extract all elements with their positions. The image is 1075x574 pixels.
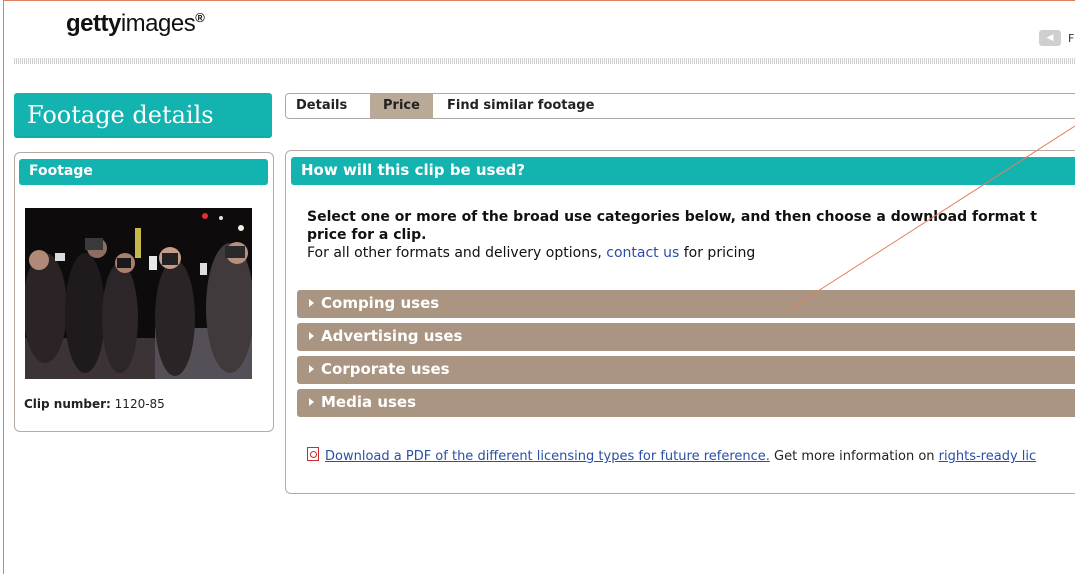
instruction-line-2: price for a clip. bbox=[307, 227, 427, 243]
back-arrow-icon[interactable]: ◀ bbox=[1039, 30, 1061, 46]
instruction-line-1: Select one or more of the broad use cate… bbox=[307, 209, 1037, 225]
pdf-download-line: Download a PDF of the different licensin… bbox=[307, 447, 1075, 464]
expand-triangle-icon bbox=[309, 365, 314, 373]
category-comping-uses[interactable]: Comping uses bbox=[297, 290, 1075, 318]
tab-find-similar-footage[interactable]: Find similar footage bbox=[447, 94, 594, 118]
expand-triangle-icon bbox=[309, 398, 314, 406]
expand-triangle-icon bbox=[309, 332, 314, 340]
footage-thumbnail[interactable] bbox=[25, 208, 252, 379]
category-advertising-uses[interactable]: Advertising uses bbox=[297, 323, 1075, 351]
expand-triangle-icon bbox=[309, 299, 314, 307]
usage-instructions: Select one or more of the broad use cate… bbox=[307, 208, 1075, 262]
tab-details[interactable]: Details bbox=[296, 94, 347, 118]
usage-panel-header: How will this clip be used? bbox=[291, 157, 1075, 185]
nav-label[interactable]: F bbox=[1068, 32, 1074, 45]
page-title-box: Footage details bbox=[14, 93, 272, 138]
instruction-line-3: For all other formats and delivery optio… bbox=[307, 245, 756, 261]
usage-panel: How will this clip be used? Select one o… bbox=[285, 150, 1075, 494]
category-corporate-uses[interactable]: Corporate uses bbox=[297, 356, 1075, 384]
footage-panel-header: Footage bbox=[19, 159, 268, 185]
frame-top-border bbox=[3, 0, 1075, 1]
download-pdf-link[interactable]: Download a PDF of the different licensin… bbox=[325, 449, 770, 464]
page-title: Footage details bbox=[27, 101, 214, 129]
header-divider bbox=[14, 58, 1075, 64]
footage-panel-title: Footage bbox=[29, 163, 93, 179]
pdf-icon[interactable] bbox=[307, 447, 319, 461]
gettyimages-logo[interactable]: gettyimages® bbox=[66, 10, 205, 38]
contact-us-link[interactable]: contact us bbox=[606, 245, 679, 261]
rights-ready-link[interactable]: rights-ready lic bbox=[939, 449, 1036, 464]
clip-number: Clip number: 1120-85 bbox=[24, 397, 165, 411]
usage-question: How will this clip be used? bbox=[301, 161, 526, 179]
category-media-uses[interactable]: Media uses bbox=[297, 389, 1075, 417]
footage-panel: Footage Clip number: 1120-85 bbox=[14, 152, 274, 432]
tab-bar: Details Price Find similar footage bbox=[285, 93, 1075, 119]
tab-price[interactable]: Price bbox=[370, 94, 433, 118]
frame-left-border bbox=[3, 0, 4, 574]
